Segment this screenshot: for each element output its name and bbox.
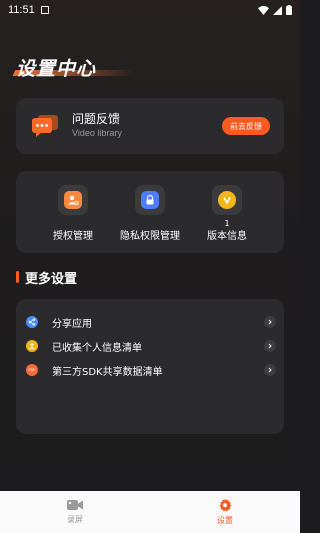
sdk-icon: SDK	[26, 364, 38, 376]
sdk-sharing-label: 第三方SDK共享数据清单	[52, 366, 163, 378]
chat-bubble-icon	[30, 112, 60, 138]
permissions-card: 授权管理 隐私权限管理 1 版本信息	[16, 171, 284, 253]
version-info-label: 版本信息	[207, 231, 247, 242]
page-title: 设置中心	[16, 58, 97, 80]
settings-icon	[219, 498, 232, 512]
more-settings-title: 更多设置	[25, 272, 78, 287]
status-bar: 11:51	[0, 0, 300, 20]
personal-info-label: 已收集个人信息清单	[52, 342, 142, 354]
list-item-share-app[interactable]: 分享应用	[26, 312, 276, 332]
notification-icon	[40, 6, 49, 14]
list-item-personal-info[interactable]: 已收集个人信息清单	[26, 336, 276, 356]
lock-icon	[141, 191, 159, 209]
tab-record[interactable]: 录屏	[0, 491, 150, 533]
wifi-icon	[258, 5, 269, 15]
battery-icon	[286, 5, 292, 15]
status-time: 11:51	[8, 4, 35, 16]
go-feedback-button[interactable]: 前去反馈	[222, 117, 270, 135]
video-camera-icon	[67, 500, 83, 510]
signal-icon	[273, 5, 282, 15]
feedback-title: 问题反馈	[72, 112, 121, 126]
share-app-label: 分享应用	[52, 318, 92, 330]
user-auth-icon	[64, 191, 82, 209]
version-icon	[218, 191, 236, 209]
chevron-right-icon	[264, 316, 276, 328]
person-info-icon	[26, 340, 38, 352]
tab-record-label: 录屏	[67, 515, 83, 524]
settings-screen: 11:51 设置中心 问题反馈 Video library 前去反馈 授权管理 …	[0, 0, 300, 533]
sdk-icon-text: SDK	[28, 368, 36, 372]
version-info-item[interactable]: 1 版本信息	[182, 185, 272, 242]
tab-settings[interactable]: 设置	[150, 491, 300, 533]
more-settings-list: 分享应用 已收集个人信息清单 SDK 第三方SDK共享数据清单	[16, 299, 284, 434]
chevron-right-icon	[264, 364, 276, 376]
feedback-card[interactable]: 问题反馈 Video library 前去反馈	[16, 98, 284, 154]
feedback-subtitle: Video library	[72, 128, 122, 138]
section-accent-bar	[16, 271, 19, 283]
chevron-right-icon	[264, 340, 276, 352]
bottom-nav: 录屏 设置	[0, 491, 300, 533]
version-badge: 1	[224, 219, 230, 228]
list-item-sdk-sharing[interactable]: SDK 第三方SDK共享数据清单	[26, 360, 276, 380]
share-icon	[26, 316, 38, 328]
tab-settings-label: 设置	[217, 516, 233, 525]
